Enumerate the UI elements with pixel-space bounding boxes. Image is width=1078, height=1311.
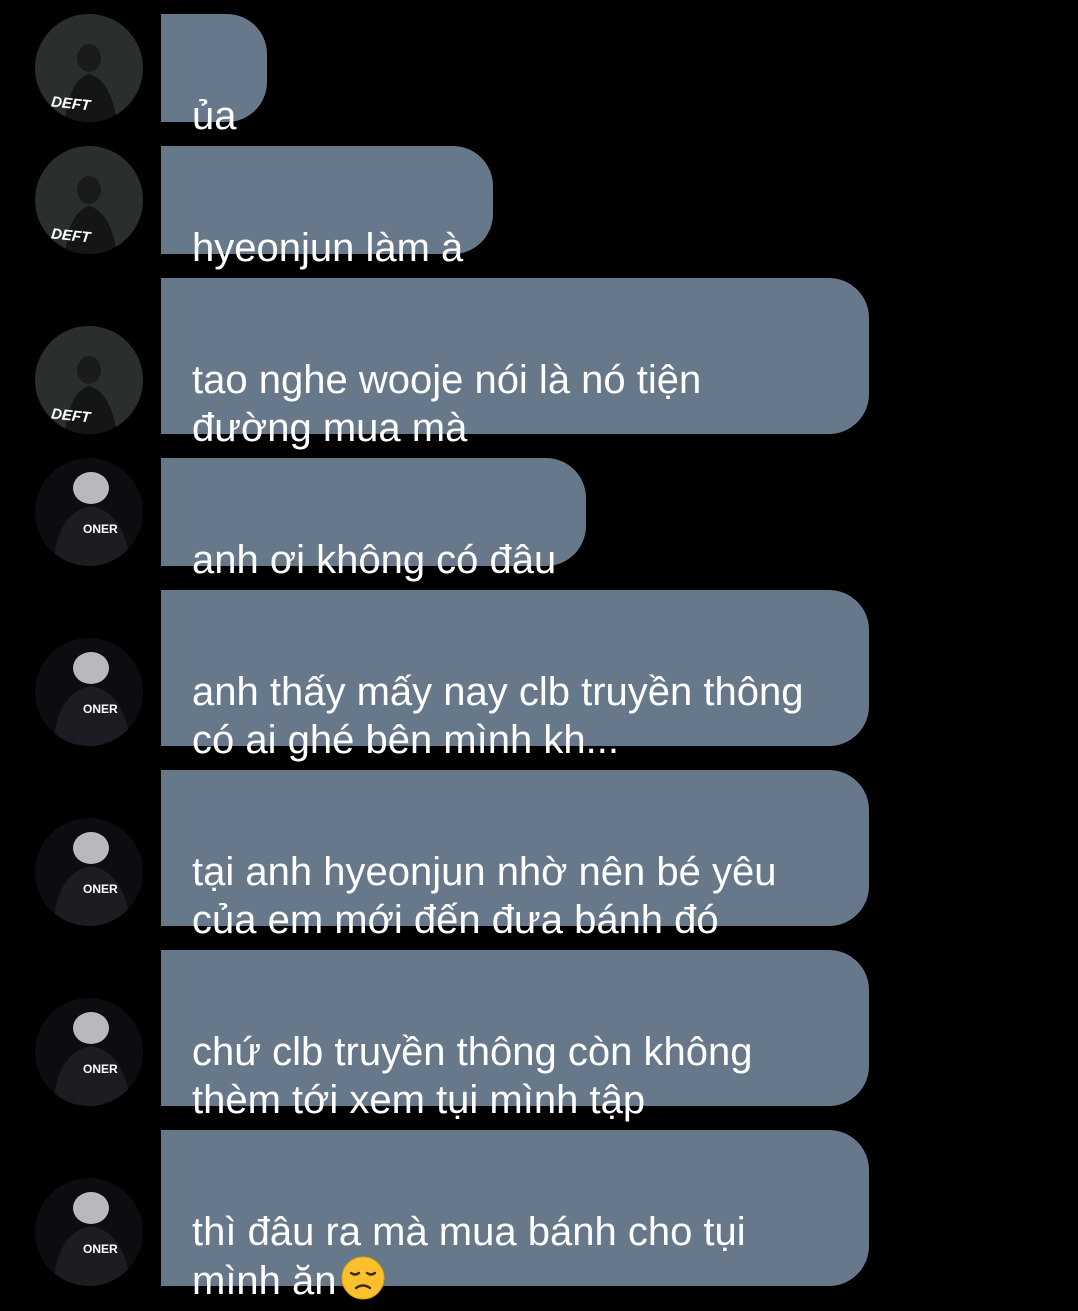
message-bubble[interactable]: tại anh hyeonjun nhờ nên bé yêu của em m… (161, 770, 869, 942)
avatar-deft[interactable]: DEFT (35, 14, 143, 122)
disappointed-face-emoji (341, 1256, 385, 1311)
message-bubble[interactable]: thì đâu ra mà mua bánh cho tụi mình ăn (161, 1130, 869, 1303)
avatar-oner[interactable]: ONER (35, 818, 143, 926)
message-bubble[interactable]: anh ơi không có đâu (161, 458, 587, 582)
message-bubble[interactable]: chứ clb truyền thông còn không thèm tới … (161, 950, 869, 1122)
message-text: anh ơi không có đâu (192, 538, 557, 582)
jersey-text: ONER (83, 882, 118, 896)
message-text: tại anh hyeonjun nhờ nên bé yêu của em m… (192, 850, 777, 942)
jersey-text: ONER (83, 702, 118, 716)
jersey-text: ONER (83, 1242, 118, 1256)
message-bubble[interactable]: hyeonjun làm à (161, 146, 494, 270)
message-text: thì đâu ra mà mua bánh cho tụi mình ăn (192, 1210, 746, 1303)
avatar-deft[interactable]: DEFT (35, 326, 143, 434)
message-bubble[interactable]: anh thấy mấy nay clb truyền thông có ai … (161, 590, 869, 762)
message-text: hyeonjun làm à (192, 226, 464, 270)
jersey-text: ONER (83, 1062, 118, 1076)
avatar-oner[interactable]: ONER (35, 458, 143, 566)
avatar-oner[interactable]: ONER (35, 1178, 143, 1286)
chat-thread: DEFT ủa DEFT hyeonjun làm à DEFT tao ngh… (0, 0, 1078, 1303)
message-text: chứ clb truyền thông còn không thèm tới … (192, 1030, 753, 1122)
message-text: anh thấy mấy nay clb truyền thông có ai … (192, 670, 804, 762)
message-text: ủa (192, 94, 237, 138)
avatar-oner[interactable]: ONER (35, 998, 143, 1106)
message-bubble[interactable]: tao nghe wooje nói là nó tiện đường mua … (161, 278, 869, 450)
message-text: tao nghe wooje nói là nó tiện đường mua … (192, 358, 702, 450)
message-bubble[interactable]: ủa (161, 14, 267, 138)
avatar-deft[interactable]: DEFT (35, 146, 143, 254)
jersey-text: ONER (83, 522, 118, 536)
avatar-oner[interactable]: ONER (35, 638, 143, 746)
